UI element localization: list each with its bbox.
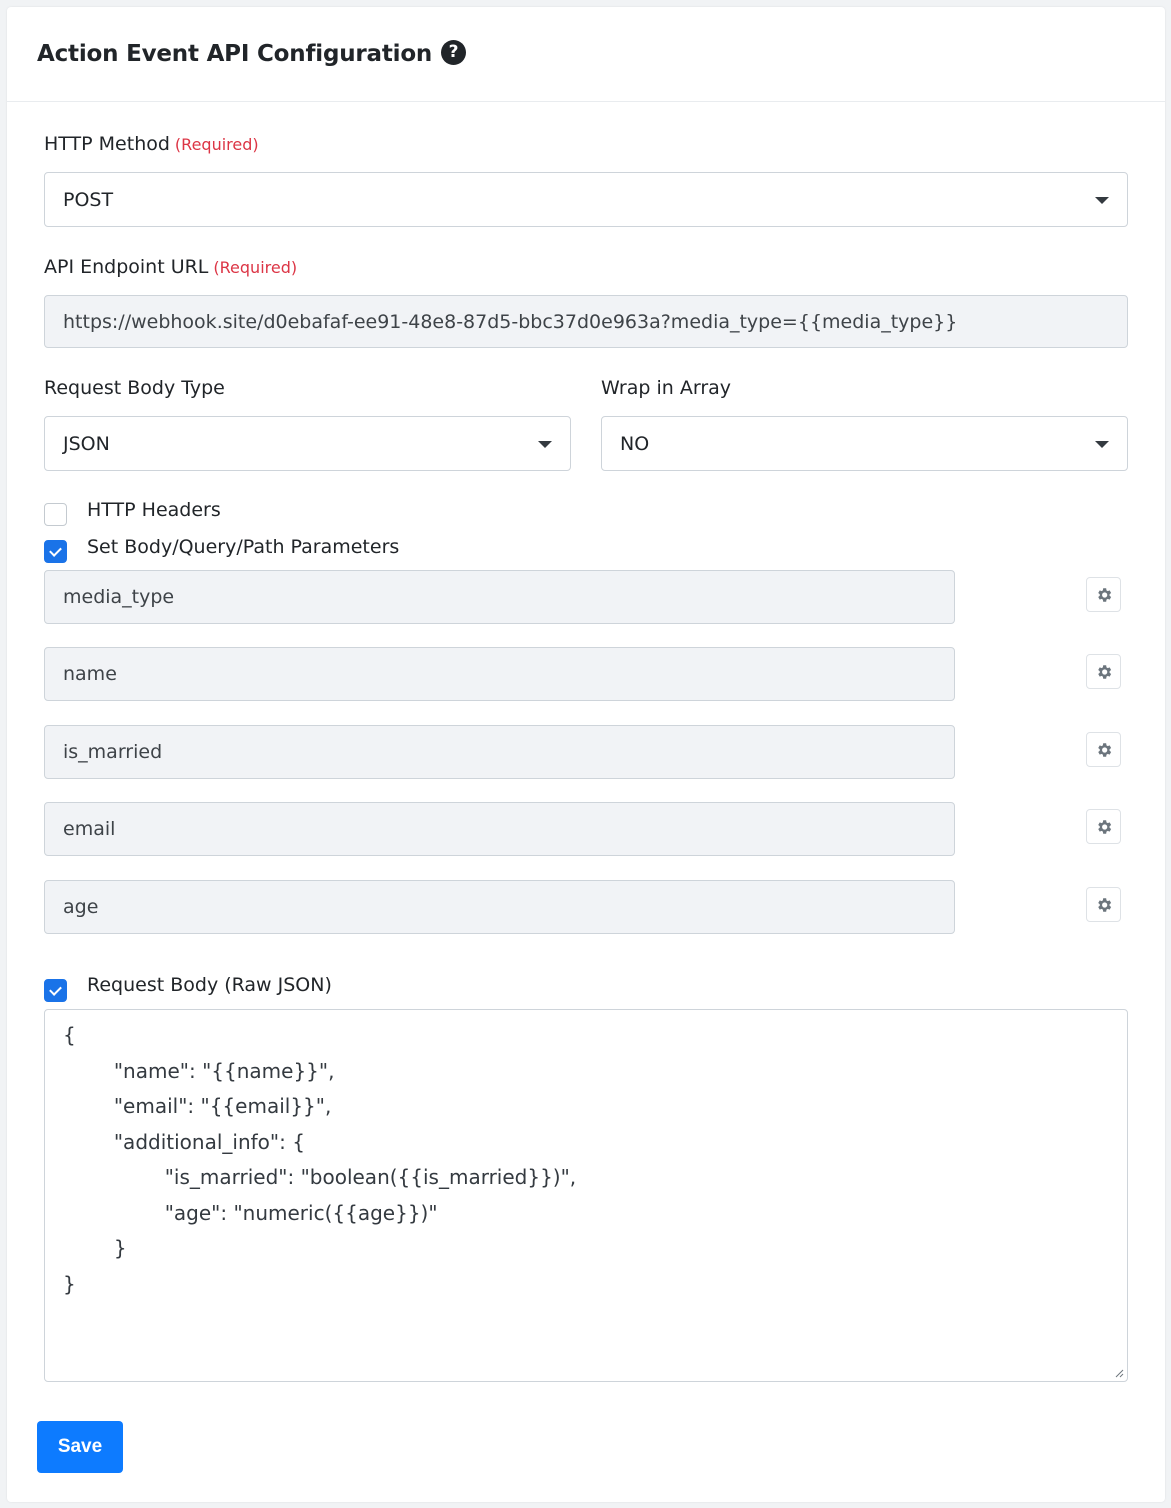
- resize-handle-icon[interactable]: [1114, 1368, 1124, 1378]
- endpoint-label: API Endpoint URL (Required): [44, 256, 297, 278]
- api-config-card: Action Event API Configuration ? HTTP Me…: [7, 7, 1165, 1502]
- card-header: Action Event API Configuration ?: [7, 7, 1165, 102]
- param-field[interactable]: is_married: [44, 725, 955, 779]
- param-settings-button[interactable]: [1086, 887, 1121, 922]
- body-type-select[interactable]: JSON: [44, 416, 571, 471]
- code-line: "age": "numeric({{age}})": [63, 1200, 438, 1225]
- http-method-select[interactable]: POST: [44, 172, 1128, 227]
- code-line: }: [63, 1271, 76, 1296]
- param-name: is_married: [63, 741, 163, 763]
- param-settings-button[interactable]: [1086, 577, 1121, 612]
- gear-icon: [1097, 587, 1111, 602]
- code-line: "email": "{{email}}",: [63, 1094, 332, 1118]
- caret-down-icon: [1095, 441, 1109, 448]
- code-line: "name": "{{name}}",: [63, 1058, 335, 1083]
- wrap-array-select[interactable]: NO: [601, 416, 1128, 471]
- param-name: age: [63, 896, 99, 918]
- http-method-value: POST: [63, 188, 114, 211]
- param-settings-button[interactable]: [1086, 732, 1121, 767]
- body-type-value: JSON: [63, 432, 110, 455]
- params-label: Set Body/Query/Path Parameters: [87, 536, 400, 558]
- code-line: }: [63, 1236, 127, 1260]
- http-headers-label: HTTP Headers: [87, 499, 221, 521]
- required-marker: (Required): [174, 135, 259, 154]
- param-field[interactable]: media_type: [44, 570, 955, 624]
- http-method-label: HTTP Method (Required): [44, 133, 259, 155]
- code-line: "is_married": "boolean({{is_married}})",: [63, 1165, 577, 1189]
- gear-icon: [1097, 897, 1111, 912]
- gear-icon: [1097, 742, 1111, 757]
- caret-down-icon: [538, 441, 552, 448]
- required-marker: (Required): [213, 258, 298, 277]
- param-settings-button[interactable]: [1086, 654, 1121, 689]
- endpoint-label-text: API Endpoint URL: [44, 256, 209, 278]
- code-line: "additional_info": {: [63, 1129, 305, 1154]
- save-button[interactable]: Save: [37, 1421, 123, 1473]
- param-field[interactable]: email: [44, 802, 955, 856]
- http-method-label-text: HTTP Method: [44, 133, 170, 155]
- gear-icon: [1097, 664, 1111, 679]
- endpoint-url-field[interactable]: https://webhook.site/d0ebafaf-ee91-48e8-…: [44, 295, 1128, 348]
- param-settings-button[interactable]: [1086, 809, 1121, 844]
- wrap-array-value: NO: [620, 432, 650, 455]
- caret-down-icon: [1095, 197, 1109, 204]
- wrap-array-label: Wrap in Array: [601, 377, 732, 399]
- params-checkbox[interactable]: [44, 540, 67, 563]
- param-field[interactable]: name: [44, 647, 955, 701]
- param-name: media_type: [63, 586, 175, 608]
- param-field[interactable]: age: [44, 880, 955, 934]
- question-circle-icon[interactable]: ?: [441, 39, 467, 65]
- http-headers-checkbox[interactable]: [44, 503, 67, 526]
- param-name: email: [63, 818, 116, 840]
- page-title: Action Event API Configuration: [37, 41, 433, 67]
- raw-json-textarea[interactable]: { "name": "{{name}}", "email": "{{email}…: [44, 1009, 1128, 1382]
- param-name: name: [63, 663, 117, 685]
- body-type-label: Request Body Type: [44, 377, 225, 399]
- endpoint-url-value: https://webhook.site/d0ebafaf-ee91-48e8-…: [63, 310, 958, 333]
- raw-json-checkbox[interactable]: [44, 979, 67, 1002]
- raw-json-label: Request Body (Raw JSON): [87, 974, 332, 996]
- gear-icon: [1097, 819, 1111, 834]
- code-line: {: [63, 1023, 76, 1047]
